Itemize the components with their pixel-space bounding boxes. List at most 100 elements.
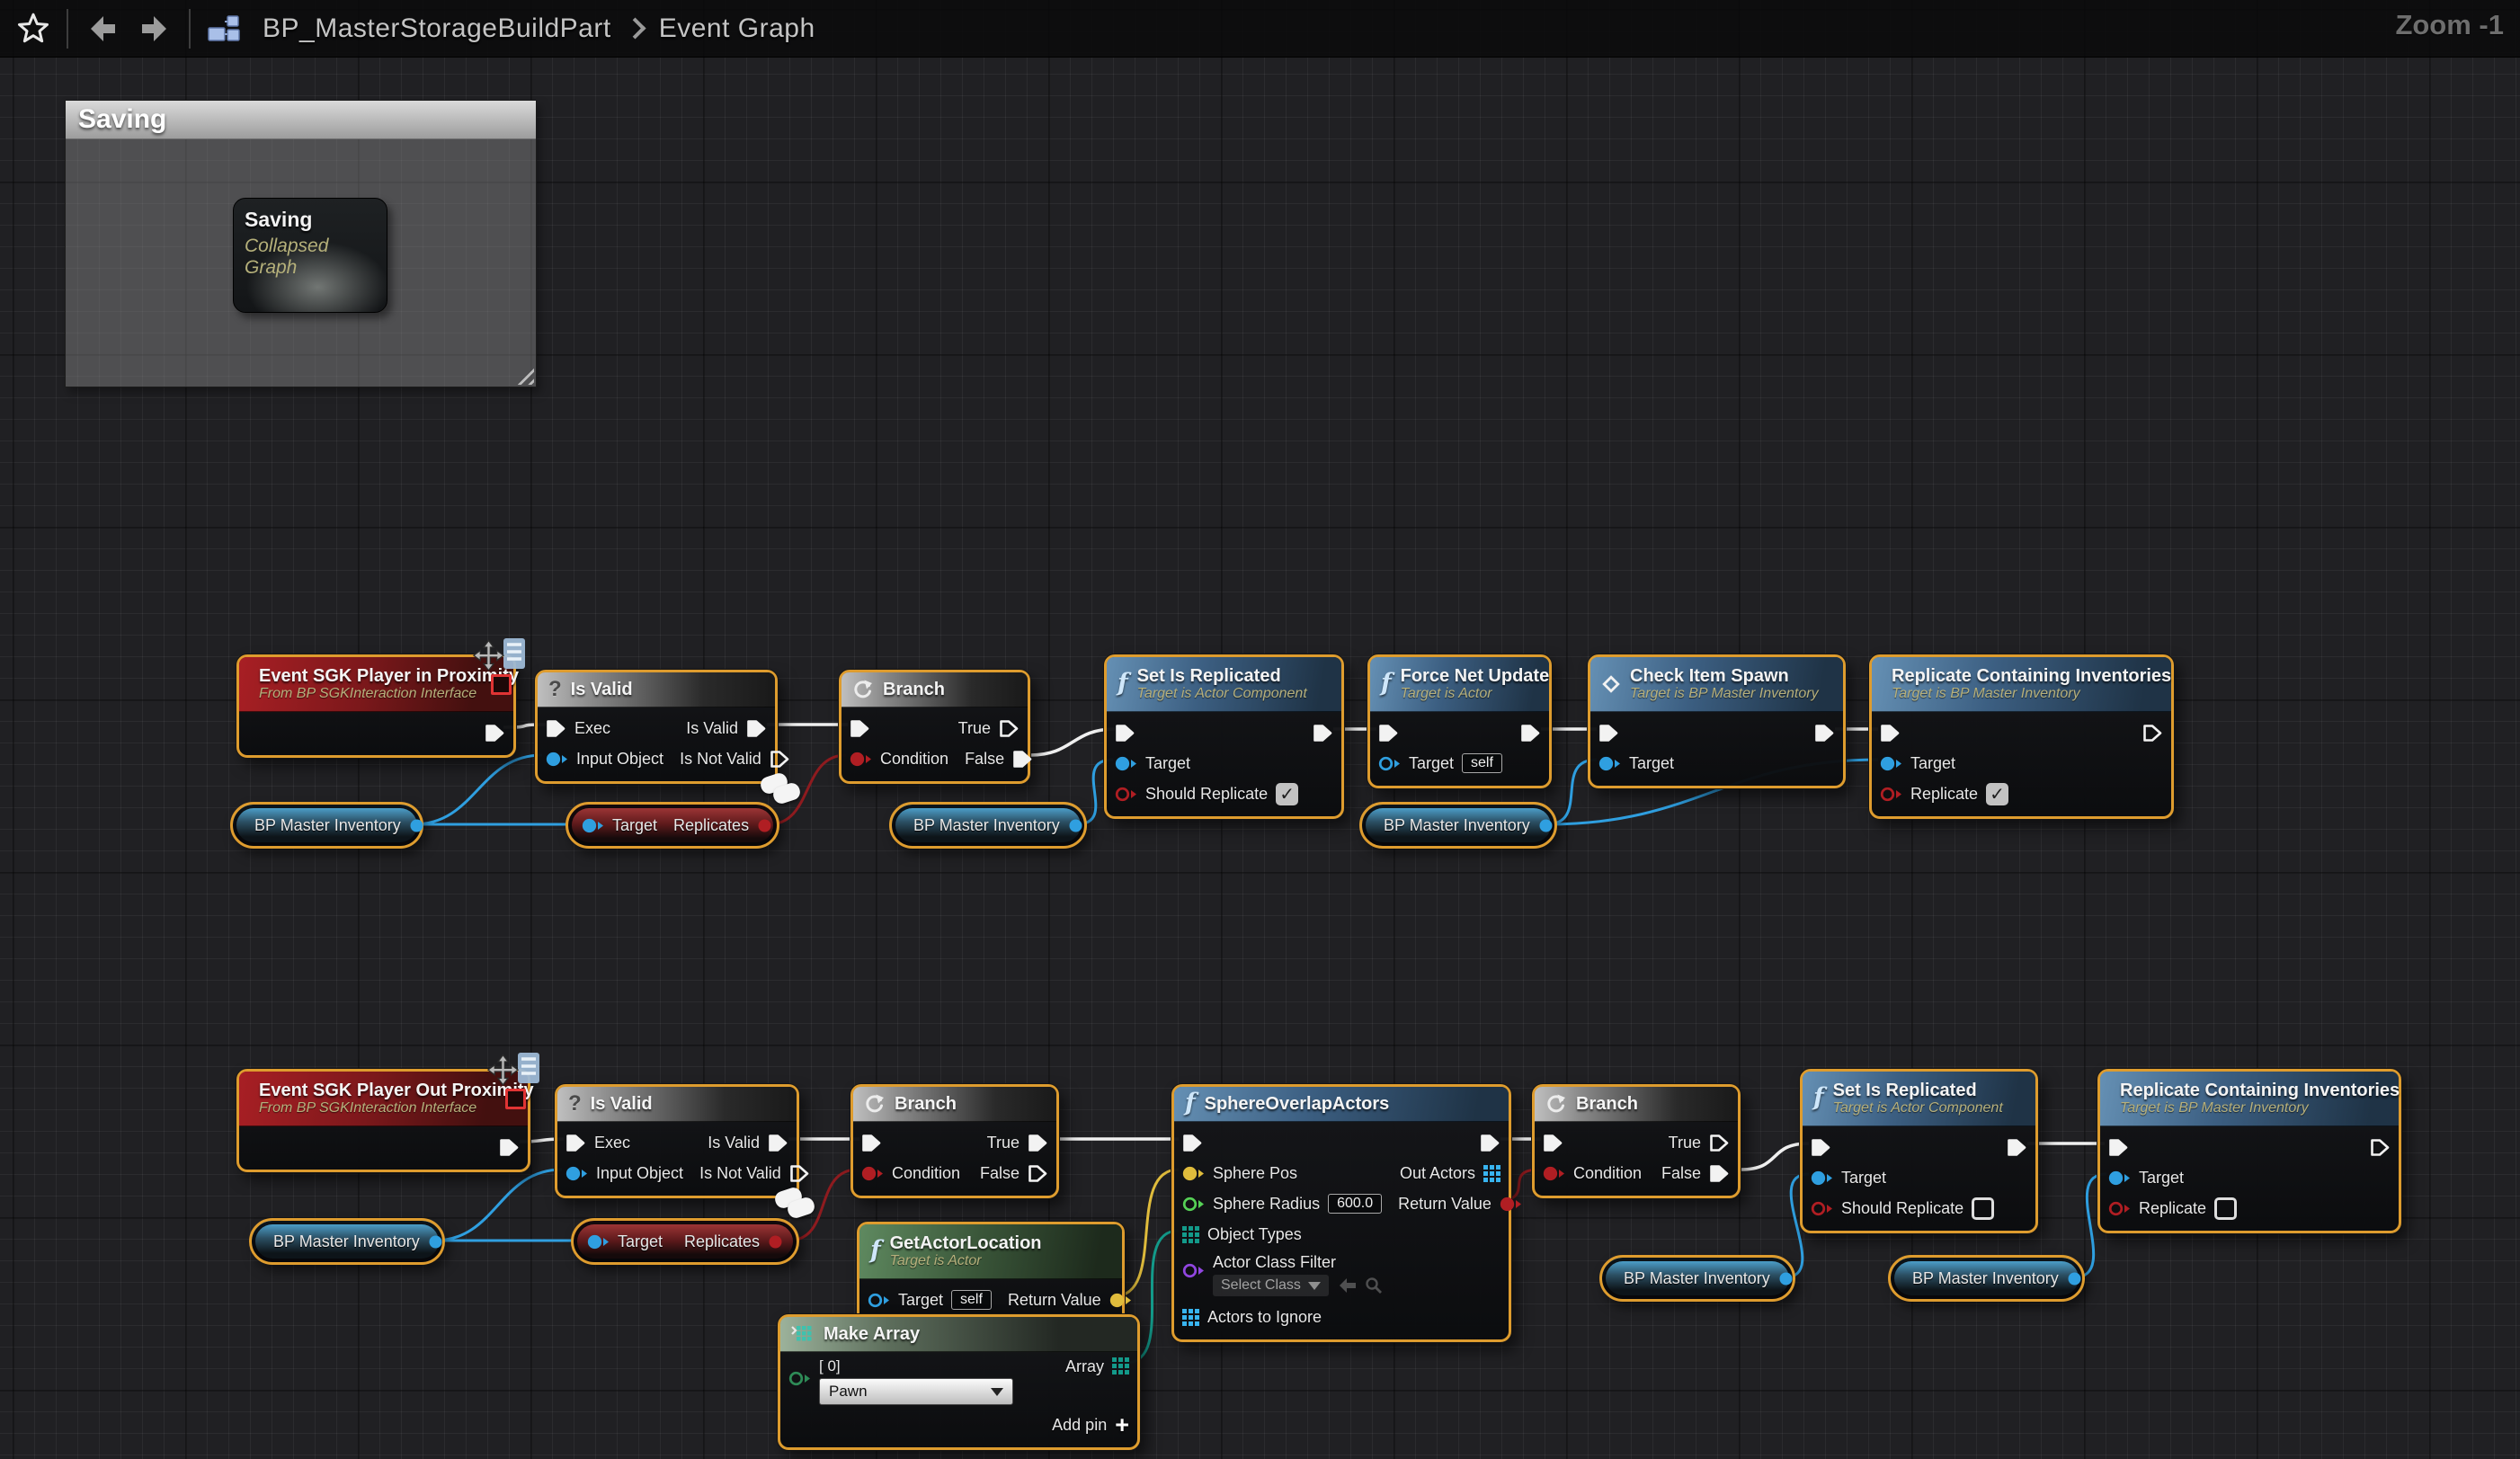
breadcrumb-blueprint-name[interactable]: BP_MasterStorageBuildPart bbox=[263, 13, 611, 44]
output-pin[interactable] bbox=[1814, 724, 1835, 743]
back-button[interactable] bbox=[81, 6, 122, 51]
browse-icon[interactable] bbox=[1365, 1277, 1383, 1294]
output-pin[interactable] bbox=[770, 750, 790, 769]
input-pin[interactable] bbox=[2108, 1170, 2131, 1187]
input-pin[interactable] bbox=[582, 817, 604, 834]
output-pin[interactable] bbox=[1012, 750, 1033, 769]
variable-pill-target-replicates-1[interactable]: Target Replicates bbox=[565, 802, 779, 849]
output-pin[interactable] bbox=[499, 1138, 520, 1157]
input-pin[interactable] bbox=[1182, 1134, 1203, 1152]
output-pin[interactable] bbox=[1480, 1134, 1500, 1152]
input-pin[interactable] bbox=[1880, 786, 1902, 803]
output-pin[interactable] bbox=[1709, 1134, 1730, 1152]
value-field[interactable]: self bbox=[1462, 753, 1502, 773]
output-pin[interactable] bbox=[2370, 1138, 2391, 1157]
output-pin[interactable] bbox=[409, 818, 424, 833]
output-pin[interactable] bbox=[1028, 1134, 1048, 1152]
output-pin[interactable] bbox=[428, 1234, 443, 1250]
output-pin[interactable] bbox=[1778, 1271, 1794, 1286]
checkbox[interactable]: ✓ bbox=[1986, 782, 2009, 805]
variable-pill-bp-master-inventory-6[interactable]: BP Master Inventory bbox=[1888, 1255, 2085, 1302]
favorite-button[interactable] bbox=[13, 6, 54, 51]
node-is-valid-1[interactable]: ? Is Valid Exec Is Valid Input Object Is N… bbox=[535, 670, 789, 784]
input-pin[interactable] bbox=[1598, 724, 1619, 743]
input-pin[interactable] bbox=[1378, 724, 1399, 743]
output-pin[interactable] bbox=[2007, 1138, 2027, 1157]
input-pin[interactable] bbox=[868, 1292, 890, 1309]
input-pin[interactable] bbox=[1182, 1225, 1199, 1243]
node-replicate-containing-inventories-1[interactable]: Replicate Containing Inventories Target i… bbox=[1869, 654, 2174, 819]
blueprint-event-graph-canvas[interactable]: Saving Saving Collapsed Graph Event SGK … bbox=[0, 0, 2520, 1459]
output-pin[interactable] bbox=[768, 1134, 788, 1152]
node-set-is-replicated-1[interactable]: f Set Is Replicated Target is Actor Compo… bbox=[1104, 654, 1344, 819]
input-pin[interactable] bbox=[1182, 1196, 1205, 1213]
node-branch-2[interactable]: Branch True Condition False bbox=[850, 1084, 1059, 1198]
input-pin[interactable] bbox=[1543, 1134, 1563, 1152]
input-pin[interactable] bbox=[861, 1134, 882, 1152]
node-is-valid-2[interactable]: ? Is Valid Exec Is Valid Input Object Is N… bbox=[555, 1084, 809, 1198]
output-pin[interactable] bbox=[999, 719, 1020, 738]
input-pin[interactable] bbox=[1115, 755, 1137, 772]
output-pin[interactable] bbox=[1313, 724, 1333, 743]
checkbox[interactable]: ✓ bbox=[1276, 782, 1299, 805]
output-pin[interactable] bbox=[746, 719, 767, 738]
output-pin[interactable] bbox=[1500, 1196, 1522, 1213]
use-selected-icon[interactable] bbox=[1338, 1277, 1358, 1294]
checkbox[interactable] bbox=[2214, 1197, 2238, 1220]
node-sphere-overlap-actors[interactable]: f SphereOverlapActors Sphere Pos Out Acto… bbox=[1171, 1084, 1521, 1342]
variable-pill-bp-master-inventory-4[interactable]: BP Master Inventory bbox=[249, 1218, 445, 1265]
input-pin[interactable] bbox=[1811, 1138, 1831, 1157]
input-pin[interactable] bbox=[1115, 724, 1135, 743]
input-pin[interactable] bbox=[1598, 755, 1621, 772]
input-pin[interactable] bbox=[587, 1233, 610, 1250]
input-pin[interactable] bbox=[2108, 1200, 2131, 1217]
input-pin[interactable] bbox=[546, 719, 566, 738]
add-pin-plus-icon[interactable]: + bbox=[1115, 1413, 1129, 1437]
value-field[interactable]: self bbox=[951, 1290, 992, 1310]
node-check-item-spawn[interactable]: Check Item Spawn Target is BP Master Inve… bbox=[1588, 654, 1846, 788]
input-pin[interactable] bbox=[1182, 1262, 1205, 1279]
input-pin[interactable] bbox=[546, 751, 568, 768]
variable-pill-bp-master-inventory-1[interactable]: BP Master Inventory bbox=[230, 802, 423, 849]
input-pin[interactable] bbox=[565, 1165, 588, 1182]
output-pin[interactable] bbox=[1709, 1164, 1730, 1183]
node-set-is-replicated-2[interactable]: f Set Is Replicated Target is Actor Compo… bbox=[1800, 1069, 2038, 1233]
output-pin[interactable] bbox=[2067, 1271, 2082, 1286]
output-pin[interactable] bbox=[789, 1164, 810, 1183]
checkbox[interactable] bbox=[1972, 1197, 1995, 1220]
output-pin[interactable] bbox=[1538, 818, 1554, 833]
output-pin[interactable] bbox=[1068, 818, 1083, 833]
input-pin[interactable] bbox=[1182, 1308, 1199, 1326]
select-class-dropdown[interactable]: Select Class bbox=[1213, 1275, 1329, 1296]
node-event-sgk-player-out-proximity[interactable]: Event SGK Player Out Proximity From BP SG… bbox=[236, 1069, 534, 1172]
output-pin[interactable] bbox=[1520, 724, 1541, 743]
pawn-dropdown[interactable]: Pawn bbox=[819, 1378, 1013, 1405]
node-force-net-update[interactable]: f Force Net Update Target is Actor Target… bbox=[1367, 654, 1552, 788]
input-pin[interactable] bbox=[850, 719, 870, 738]
variable-pill-target-replicates-2[interactable]: Target Replicates bbox=[571, 1218, 799, 1265]
value-field[interactable]: 600.0 bbox=[1328, 1194, 1383, 1214]
output-pin[interactable] bbox=[757, 818, 772, 833]
input-pin[interactable] bbox=[788, 1370, 811, 1387]
input-pin[interactable] bbox=[1880, 724, 1901, 743]
input-pin[interactable] bbox=[1115, 786, 1137, 803]
node-replicate-containing-inventories-2[interactable]: Replicate Containing Inventories Target i… bbox=[2097, 1069, 2401, 1233]
output-pin[interactable] bbox=[485, 724, 505, 743]
output-pin[interactable] bbox=[1109, 1292, 1132, 1309]
output-pin[interactable] bbox=[1112, 1357, 1129, 1374]
variable-pill-bp-master-inventory-3[interactable]: BP Master Inventory bbox=[1359, 802, 1557, 849]
node-branch-1[interactable]: Branch True Condition False bbox=[839, 670, 1033, 784]
forward-button[interactable] bbox=[135, 6, 176, 51]
variable-pill-bp-master-inventory-2[interactable]: BP Master Inventory bbox=[889, 802, 1087, 849]
variable-pill-bp-master-inventory-5[interactable]: BP Master Inventory bbox=[1599, 1255, 1795, 1302]
input-pin[interactable] bbox=[1811, 1170, 1833, 1187]
breadcrumb-current-graph[interactable]: Event Graph bbox=[659, 13, 815, 44]
input-pin[interactable] bbox=[861, 1165, 884, 1182]
input-pin[interactable] bbox=[1182, 1165, 1205, 1182]
input-pin[interactable] bbox=[850, 751, 872, 768]
input-pin[interactable] bbox=[1811, 1200, 1833, 1217]
input-pin[interactable] bbox=[1880, 755, 1902, 772]
input-pin[interactable] bbox=[1543, 1165, 1565, 1182]
input-pin[interactable] bbox=[1378, 755, 1401, 772]
node-branch-3[interactable]: Branch True Condition False bbox=[1532, 1084, 1741, 1198]
